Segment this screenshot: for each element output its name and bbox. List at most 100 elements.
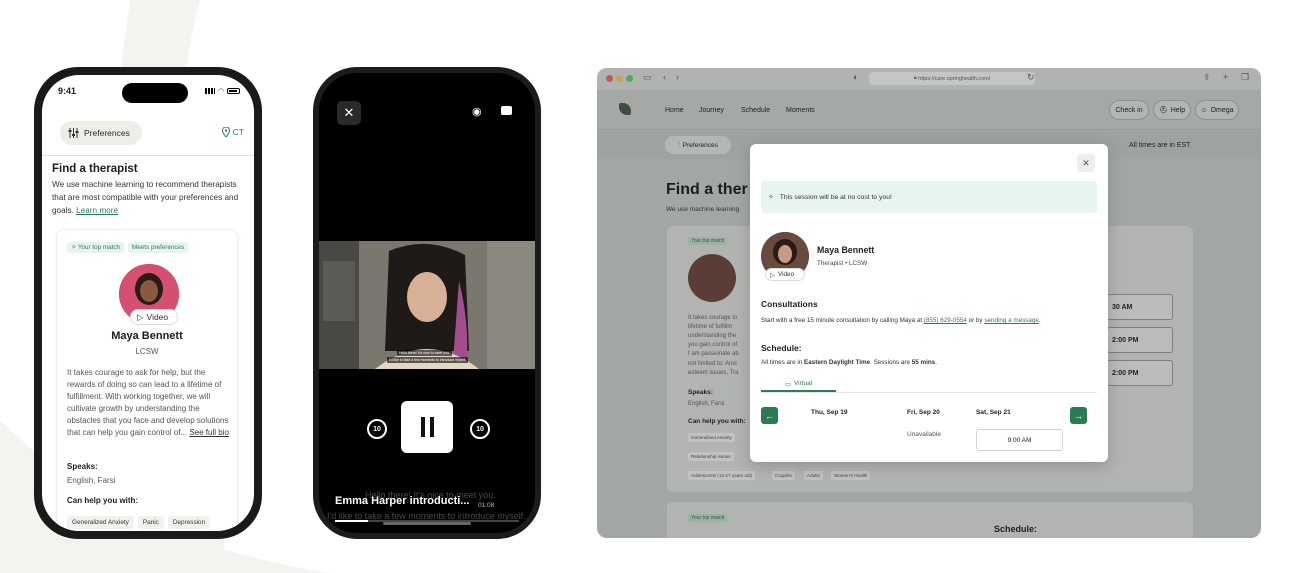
maximize-window-button[interactable]	[626, 75, 633, 82]
time-slot[interactable]: 2:00 PM	[1107, 360, 1173, 386]
therapist-bio: It takes courage to ask for help, but th…	[67, 367, 233, 439]
unavailable-label: Unavailable	[907, 431, 941, 438]
tab-virtual-label: Virtual	[793, 380, 813, 387]
bg-bio-line: It takes courage to	[688, 315, 738, 321]
prev-week-button[interactable]: ←	[761, 407, 778, 424]
phone-number-link[interactable]: (855) 629-0554	[924, 317, 967, 324]
phone-mockup-therapist-list: 9:41 ◠ Preferences CT Find a therapist W…	[34, 67, 262, 539]
close-modal-button[interactable]: ✕	[1077, 154, 1095, 172]
user-label: Omega	[1210, 106, 1234, 114]
speaks-label: Speaks:	[688, 389, 713, 396]
captions-icon[interactable]	[501, 106, 512, 115]
day-header: Thu, Sep 19	[811, 409, 848, 416]
day-header: Fri, Sep 20	[907, 409, 940, 416]
speaks-label: Speaks:	[67, 462, 98, 471]
url-text: https://care.springhealth.com/	[918, 75, 991, 82]
video-screen: ✕ ◉ Hello there! It's nice to meet you. …	[319, 73, 535, 533]
check-in-button[interactable]: Check in	[1109, 100, 1149, 120]
video-label: Video	[146, 312, 169, 322]
therapist-detail-modal: ✕ ✧ This session will be at no cost to y…	[750, 144, 1108, 462]
location-selector[interactable]: CT	[221, 127, 244, 137]
nav-journey[interactable]: Journey	[699, 107, 724, 114]
learn-more-link[interactable]: Learn more	[76, 206, 118, 215]
skip-forward-button[interactable]: 10	[470, 419, 490, 439]
video-intro-button[interactable]: ▷ Video	[765, 268, 805, 281]
tabs-overview-icon[interactable]: ❐	[1241, 72, 1249, 83]
time-slot-button[interactable]: 9:00 AM	[976, 429, 1063, 451]
bg-bio-line: lifetime of fulfillm	[688, 324, 733, 330]
schedule-heading: Schedule:	[761, 343, 802, 353]
address-bar[interactable]: 🔒︎ https://care.springhealth.com/	[869, 72, 1035, 85]
showcase-canvas: 9:41 ◠ Preferences CT Find a therapist W…	[0, 0, 1292, 573]
help-label: Help	[1170, 106, 1186, 114]
play-icon: ▷	[770, 271, 775, 279]
phone-screen: 9:41 ◠ Preferences CT Find a therapist W…	[42, 75, 254, 531]
help-chips: Generalized Anxiety Panic Depression	[67, 516, 211, 529]
tab-divider	[761, 392, 1097, 393]
therapist-name: Maya Bennett	[817, 245, 875, 255]
page-subtitle: We use machine learning	[666, 206, 740, 213]
help-chip: Depression	[167, 516, 211, 529]
send-message-link[interactable]: sending a message	[984, 317, 1039, 324]
bio-text: It takes courage to ask for help, but th…	[67, 368, 229, 437]
dynamic-island	[122, 83, 188, 103]
nav-schedule[interactable]: Schedule	[741, 107, 770, 114]
help-with-label: Can help you with:	[67, 496, 139, 505]
sliders-icon	[68, 128, 79, 138]
time-slot[interactable]: 2:00 PM	[1107, 327, 1173, 353]
check-in-label: Check in	[1115, 106, 1143, 114]
nav-moments[interactable]: Moments	[786, 107, 815, 114]
wifi-icon: ◠	[217, 88, 224, 95]
share-icon[interactable]: ⇪	[1203, 72, 1211, 83]
pause-button[interactable]	[401, 401, 453, 453]
meets-preferences-tag: Meets preferences	[128, 242, 189, 253]
page-title: Find a ther	[666, 181, 748, 198]
time-slot[interactable]: 30 AM	[1107, 294, 1173, 320]
therapist-card-background-2[interactable]	[667, 502, 1193, 538]
help-chip: Generalized Anxiety	[67, 516, 134, 529]
forward-icon[interactable]: ›	[676, 72, 679, 82]
close-icon: ✕	[343, 105, 355, 120]
close-window-button[interactable]	[606, 75, 613, 82]
bg-bio-line: you gain control of	[688, 342, 738, 348]
help-chip: Women's Health	[831, 471, 871, 480]
therapist-card[interactable]: ✧ Your top match Meets preferences ▷ Vid…	[56, 229, 238, 531]
consultation-text: Start with a free 15 minute consultation…	[761, 317, 1041, 324]
video-frame[interactable]: Hello there! It's nice to meet you. I'd …	[319, 241, 535, 369]
help-button[interactable]: ⛑︎ Help	[1153, 100, 1191, 120]
sidebar-icon[interactable]: ▭	[643, 72, 652, 83]
arrow-right-icon: →	[1074, 410, 1083, 421]
see-full-bio-link[interactable]: See full bio	[189, 428, 229, 437]
help-with-label: Can help you with:	[688, 418, 746, 425]
preferences-button[interactable]: Preferences	[60, 121, 142, 145]
languages-value: English, Farsi	[688, 401, 725, 407]
therapist-role: Therapist • LCSW	[817, 260, 868, 267]
browser-toolbar: ▭ ‹ › ◐ 🔒︎ https://care.springhealth.com…	[597, 68, 1261, 90]
sliders-icon: ⫶	[678, 141, 680, 148]
bg-bio-line: I am passionate ab	[688, 351, 739, 357]
skip-back-button[interactable]: 10	[367, 419, 387, 439]
reload-icon[interactable]: ↻	[1027, 72, 1035, 83]
preferences-button[interactable]: ⫶ Preferences	[665, 136, 731, 154]
video-intro-button[interactable]: ▷ Video	[130, 309, 178, 325]
therapist-avatar	[688, 254, 736, 302]
new-tab-icon[interactable]: +	[1223, 72, 1228, 82]
minimize-window-button[interactable]	[616, 75, 623, 82]
user-menu-button[interactable]: ☺︎ Omega	[1195, 100, 1239, 120]
close-button[interactable]: ✕	[337, 101, 361, 125]
languages-value: English, Farsi	[67, 476, 116, 485]
eye-icon[interactable]: ◉	[472, 105, 482, 118]
close-icon: ✕	[1082, 157, 1090, 168]
tab-virtual[interactable]: ▭ Virtual	[761, 377, 836, 392]
help-chip: Adolescents (13-17 years old)	[688, 471, 756, 480]
no-cost-text: This session will be at no cost to you!	[779, 193, 892, 201]
next-week-button[interactable]: →	[1070, 407, 1087, 424]
shield-icon[interactable]: ◐	[853, 72, 858, 82]
video-title: Emma Harper introducti...	[335, 495, 470, 507]
intro-paragraph: We use machine learning to recommend the…	[52, 178, 247, 217]
back-icon[interactable]: ‹	[663, 72, 666, 82]
top-match-tag: ✧ Your top match	[67, 242, 125, 253]
user-icon: ☺︎	[1200, 106, 1208, 114]
help-chip: Relationship issues	[688, 452, 734, 461]
nav-home[interactable]: Home	[665, 107, 684, 114]
